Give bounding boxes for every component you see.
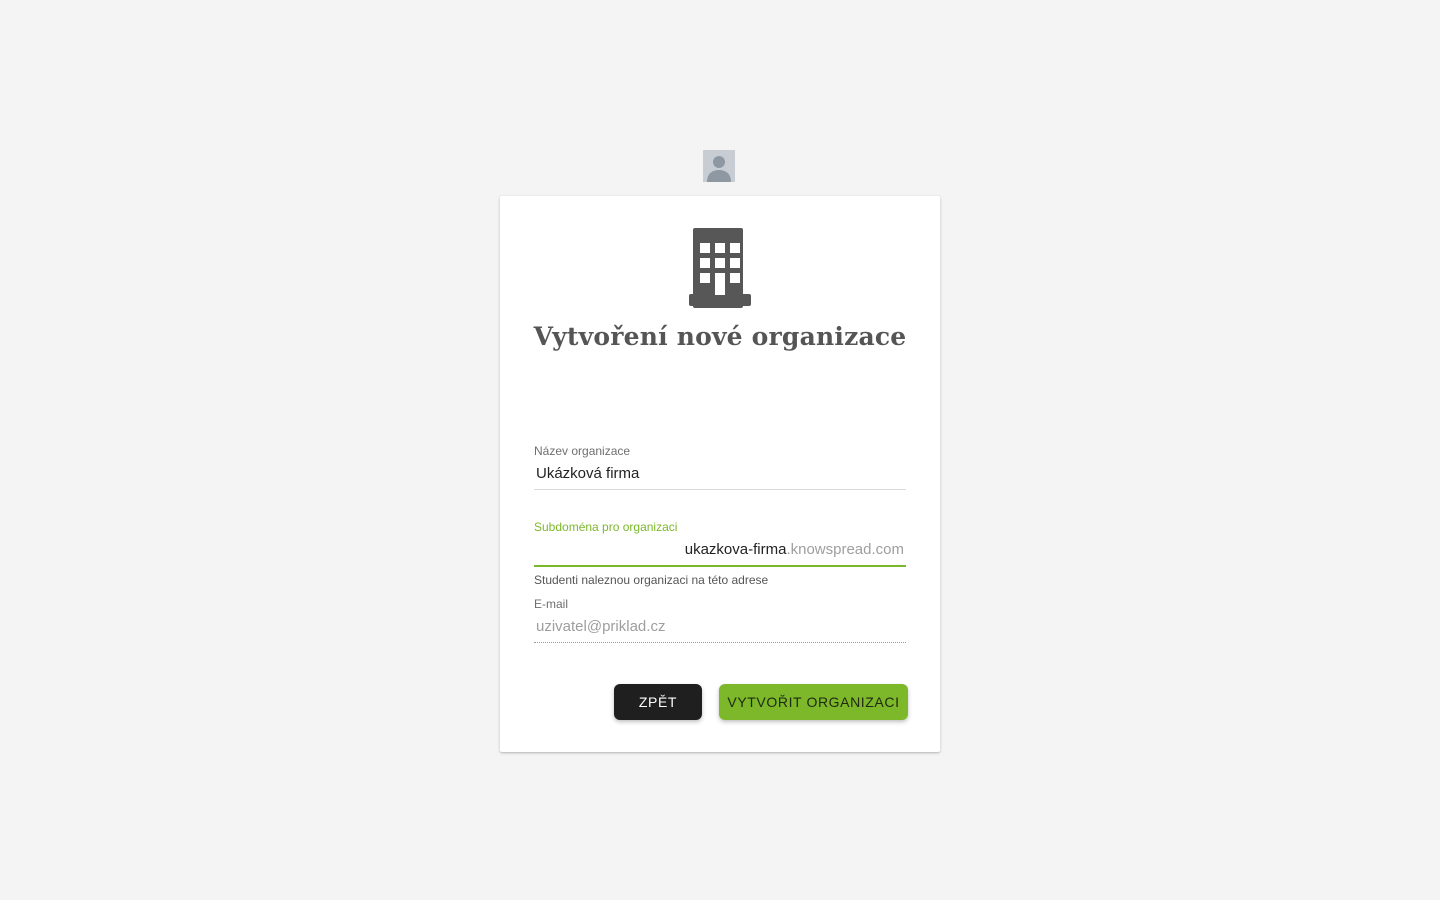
email-field[interactable]: E-mail uzivatel@priklad.cz <box>534 597 906 643</box>
org-name-input[interactable]: Ukázková firma <box>534 458 906 489</box>
subdomain-helper-text: Studenti naleznou organizaci na této adr… <box>534 573 769 587</box>
subdomain-label: Subdoména pro organizaci <box>534 520 678 534</box>
subdomain-field[interactable]: Subdoména pro organizaci ukazkova-firma.… <box>534 520 906 587</box>
subdomain-suffix: .knowspread.com <box>786 541 904 558</box>
subdomain-underline <box>534 565 906 567</box>
subdomain-input[interactable]: ukazkova-firma.knowspread.com <box>534 534 906 565</box>
org-name-label: Název organizace <box>534 444 631 458</box>
subdomain-value: ukazkova-firma <box>684 541 787 558</box>
org-name-underline <box>534 489 906 490</box>
building-icon <box>689 228 751 308</box>
back-button[interactable]: ZPĚT <box>614 684 702 720</box>
create-organization-card: Vytvoření nové organizace Název organiza… <box>500 196 940 752</box>
email-input[interactable]: uzivatel@priklad.cz <box>534 611 906 642</box>
email-label: E-mail <box>534 597 569 611</box>
user-avatar-icon <box>707 156 731 182</box>
user-avatar[interactable] <box>703 150 735 182</box>
email-underline <box>534 642 906 643</box>
page-title: Vytvoření nové organizace <box>533 322 907 351</box>
org-name-field[interactable]: Název organizace Ukázková firma <box>534 444 906 490</box>
create-organization-button[interactable]: VYTVOŘIT ORGANIZACI <box>719 684 908 720</box>
